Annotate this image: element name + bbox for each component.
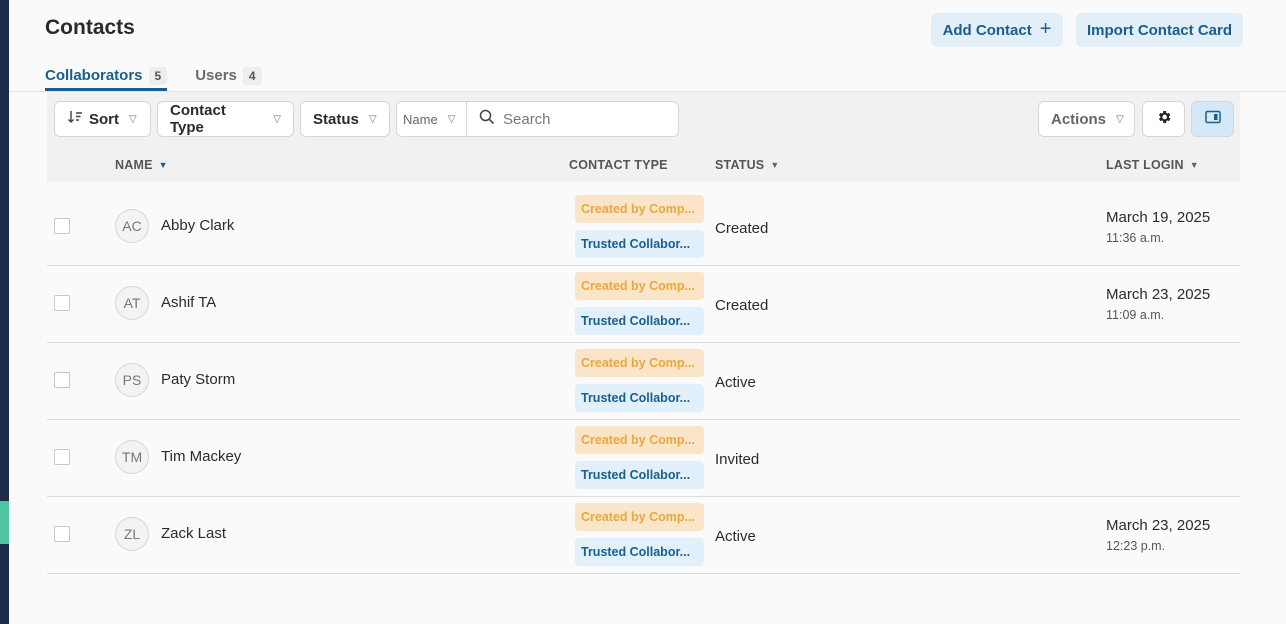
column-header-last-login[interactable]: LAST LOGIN ▼ — [1106, 158, 1199, 172]
contact-type-tag-created: Created by Comp... — [575, 426, 704, 454]
table-row[interactable]: ZL Zack Last Created by Comp... Trusted … — [47, 497, 1240, 574]
contacts-table: AC Abby Clark Created by Comp... Trusted… — [47, 189, 1240, 574]
avatar: AT — [115, 286, 149, 320]
avatar: TM — [115, 440, 149, 474]
status-text: Active — [715, 374, 756, 391]
row-checkbox[interactable] — [54, 218, 70, 234]
last-login-date: March 23, 2025 — [1106, 286, 1211, 303]
avatar: PS — [115, 363, 149, 397]
column-header-label: LAST LOGIN — [1106, 158, 1184, 172]
row-checkbox[interactable] — [54, 526, 70, 542]
left-rail-active-indicator — [0, 501, 9, 544]
actions-button[interactable]: Actions ▽ — [1038, 101, 1135, 137]
last-login-time: 11:36 a.m. — [1106, 231, 1165, 245]
status-text: Active — [715, 528, 756, 545]
sort-caret-icon: ▼ — [158, 160, 168, 170]
sort-caret-icon: ▼ — [770, 160, 780, 170]
tab-label: Users — [195, 67, 237, 84]
sort-caret-icon: ▼ — [1189, 160, 1199, 170]
contact-type-tag-trusted: Trusted Collabor... — [575, 307, 704, 335]
column-header-contact-type: CONTACT TYPE — [569, 158, 668, 172]
side-panel-icon — [1204, 110, 1221, 129]
side-panel-toggle-button[interactable] — [1191, 101, 1234, 137]
status-text: Created — [715, 220, 769, 237]
tabs: Collaborators 5 Users 4 — [45, 60, 262, 91]
sort-button[interactable]: Sort ▽ — [54, 101, 151, 137]
avatar: ZL — [115, 517, 149, 551]
search-input[interactable] — [503, 110, 663, 128]
last-login-date: March 23, 2025 — [1106, 517, 1211, 534]
chevron-down-icon: ▽ — [129, 113, 137, 125]
gear-icon — [1156, 109, 1172, 130]
status-text: Invited — [715, 451, 760, 468]
import-contact-card-button[interactable]: Import Contact Card — [1076, 13, 1243, 47]
avatar: AC — [115, 209, 149, 243]
search-icon — [479, 109, 495, 130]
contact-type-tag-trusted: Trusted Collabor... — [575, 230, 704, 258]
status-filter-button[interactable]: Status ▽ — [300, 101, 390, 137]
tab-collaborators[interactable]: Collaborators 5 — [45, 60, 168, 91]
column-header-label: NAME — [115, 158, 153, 172]
column-header-name[interactable]: NAME ▼ — [115, 158, 168, 172]
contact-type-tag-trusted: Trusted Collabor... — [575, 461, 704, 489]
contact-name[interactable]: Abby Clark — [161, 217, 234, 234]
sort-label: Sort — [89, 110, 119, 128]
contact-name[interactable]: Ashif TA — [161, 294, 216, 311]
tab-users[interactable]: Users 4 — [195, 60, 262, 91]
row-checkbox[interactable] — [54, 449, 70, 465]
row-checkbox[interactable] — [54, 295, 70, 311]
search-field-select[interactable]: Name ▽ — [397, 102, 467, 136]
column-header-label: CONTACT TYPE — [569, 158, 668, 172]
column-header-status[interactable]: STATUS ▼ — [715, 158, 779, 172]
contact-type-tag-created: Created by Comp... — [575, 195, 704, 223]
contact-type-tag-created: Created by Comp... — [575, 503, 704, 531]
search-group: Name ▽ — [396, 101, 679, 137]
search-box — [467, 102, 678, 136]
last-login-time: 12:23 p.m. — [1106, 539, 1166, 553]
contact-name[interactable]: Tim Mackey — [161, 448, 241, 465]
status-text: Created — [715, 297, 769, 314]
status-filter-label: Status — [313, 110, 359, 128]
chevron-down-icon: ▽ — [273, 113, 281, 125]
tab-count-badge: 5 — [148, 66, 168, 85]
add-contact-label: Add Contact — [942, 21, 1032, 39]
chevron-down-icon: ▽ — [447, 113, 456, 125]
search-field-select-value: Name — [403, 111, 438, 127]
contact-type-tag-created: Created by Comp... — [575, 272, 704, 300]
table-row[interactable]: AC Abby Clark Created by Comp... Trusted… — [47, 189, 1240, 266]
contact-name[interactable]: Paty Storm — [161, 371, 235, 388]
row-checkbox[interactable] — [54, 372, 70, 388]
add-contact-button[interactable]: Add Contact + — [931, 13, 1063, 47]
last-login-date: March 19, 2025 — [1106, 209, 1211, 226]
tab-label: Collaborators — [45, 67, 143, 84]
contact-type-tag-trusted: Trusted Collabor... — [575, 384, 704, 412]
contact-type-filter-label: Contact Type — [170, 102, 226, 136]
contact-type-tag-trusted: Trusted Collabor... — [575, 538, 704, 566]
chevron-down-icon: ▽ — [1116, 113, 1124, 125]
tab-count-badge: 4 — [242, 66, 262, 85]
chevron-down-icon: ▽ — [368, 113, 377, 125]
column-header-label: STATUS — [715, 158, 765, 172]
settings-button[interactable] — [1142, 101, 1185, 137]
sort-icon — [67, 109, 83, 129]
contact-type-filter-button[interactable]: Contact Type ▽ — [157, 101, 294, 137]
actions-label: Actions — [1051, 110, 1107, 128]
contact-name[interactable]: Zack Last — [161, 525, 226, 542]
page-title: Contacts — [45, 16, 135, 39]
table-row[interactable]: PS Paty Storm Created by Comp... Trusted… — [47, 343, 1240, 420]
last-login-time: 11:09 a.m. — [1106, 308, 1165, 322]
table-row[interactable]: AT Ashif TA Created by Comp... Trusted C… — [47, 266, 1240, 343]
plus-icon: + — [1039, 18, 1052, 40]
contact-type-tag-created: Created by Comp... — [575, 349, 704, 377]
table-row[interactable]: TM Tim Mackey Created by Comp... Trusted… — [47, 420, 1240, 497]
import-contact-card-label: Import Contact Card — [1086, 21, 1232, 39]
